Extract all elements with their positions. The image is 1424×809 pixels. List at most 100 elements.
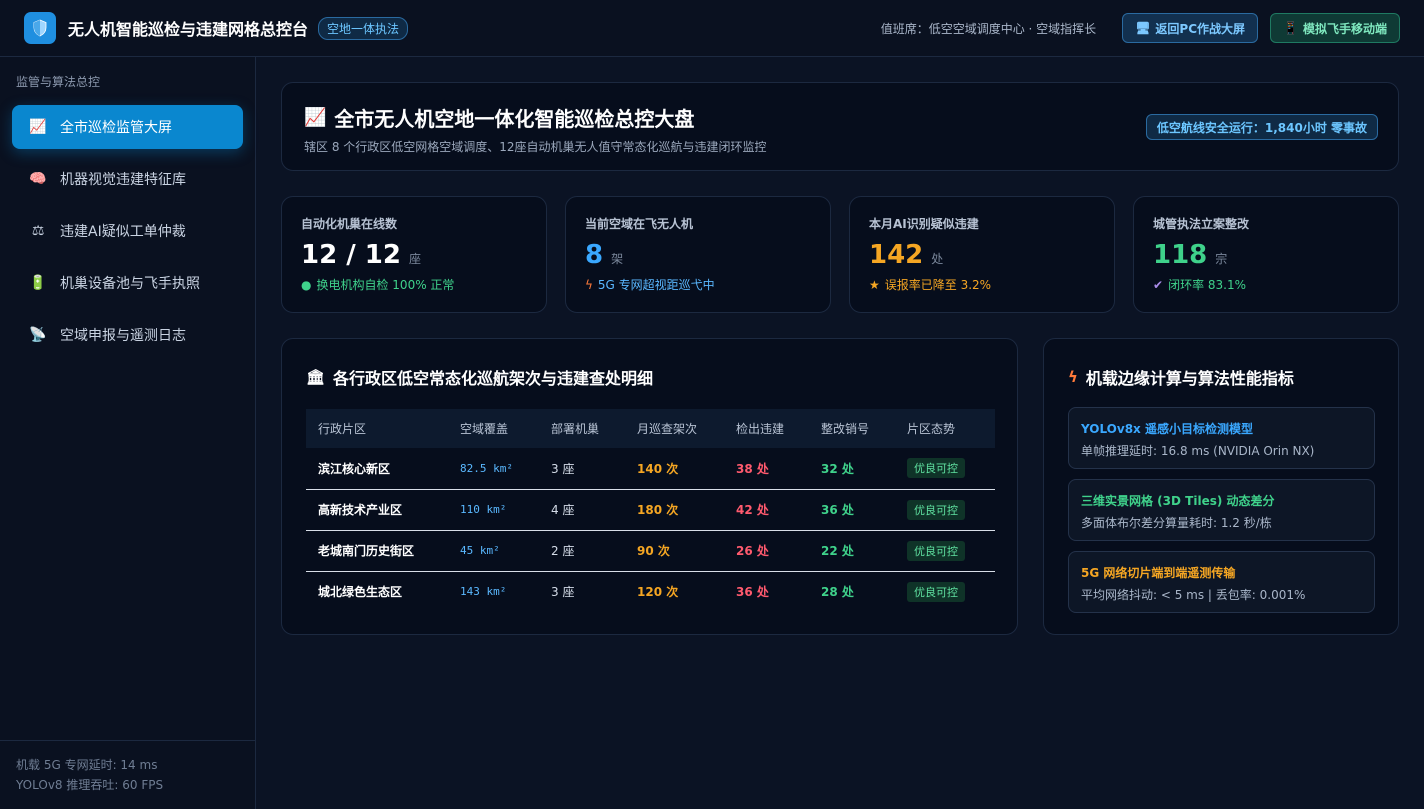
sidebar-item-label: 机巢设备池与飞手执照 (60, 276, 200, 292)
mode-badge: 空地一体执法 (318, 16, 409, 40)
shield-icon (33, 19, 47, 37)
status-badge: 优良可控 (907, 458, 965, 479)
cell-area: 110 km² (448, 489, 539, 531)
kpi-value: 12 / 12 (301, 240, 401, 270)
cell-district: 滨江核心新区 (306, 448, 448, 490)
kpi-value: 8 (585, 240, 604, 270)
sidebar-item-label: 机器视觉违建特征库 (60, 172, 186, 188)
satellite-icon: 📡 (29, 327, 47, 343)
sidebar-item-vision-library[interactable]: 🧠 机器视觉违建特征库 (12, 157, 243, 201)
app-logo (24, 12, 56, 44)
status-badge: 优良可控 (907, 499, 965, 520)
kpi-foot-text: 5G 专网超视距巡弋中 (597, 278, 715, 292)
kpi-unit: 架 (611, 252, 624, 266)
table-row[interactable]: 老城南门历史街区 45 km² 2 座 90 次 26 处 22 处 优良可控 (306, 530, 995, 572)
star-icon: ★ (869, 277, 880, 292)
district-table-title-text: 各行政区低空常态化巡航架次与违建查处明细 (333, 369, 654, 388)
metric-name: YOLOv8x 遥感小目标检测模型 (1081, 422, 1253, 436)
kpi-card-drones: 当前空域在飞无人机 8 架 ϟ 5G 专网超视距巡弋中 (565, 196, 831, 313)
cell-area: 82.5 km² (448, 448, 539, 490)
cell-rectified: 32 处 (809, 448, 895, 490)
table-row[interactable]: 高新技术产业区 110 km² 4 座 180 次 42 处 36 处 优良可控 (306, 489, 995, 531)
cell-district: 老城南门历史街区 (306, 530, 448, 572)
performance-title-text: 机载边缘计算与算法性能指标 (1085, 369, 1294, 388)
back-to-pc-button[interactable]: 🖥 返回PC作战大屏 (1122, 13, 1259, 43)
metric-desc: 单帧推理延时: 16.8 ms (NVIDIA Orin NX) (1081, 444, 1315, 458)
metric-name: 三维实景网格 (3D Tiles) 动态差分 (1081, 494, 1275, 508)
status-badge: 优良可控 (907, 581, 965, 602)
page-title-text: 全市无人机空地一体化智能巡检总控大盘 (334, 107, 695, 131)
sidebar-item-ai-arbitration[interactable]: ⚖ 违建AI疑似工单仲裁 (12, 209, 243, 253)
kpi-label: 自动化机巢在线数 (301, 217, 398, 231)
cell-area: 45 km² (448, 530, 539, 572)
back-to-pc-label: 返回PC作战大屏 (1155, 21, 1246, 36)
district-table-card: 🏛 各行政区低空常态化巡航架次与违建查处明细 行政片区 空域覆盖 部署机巢 月巡… (281, 338, 1018, 635)
kpi-label: 当前空域在飞无人机 (585, 217, 694, 231)
cell-nests: 3 座 (539, 448, 625, 490)
cell-rectified: 36 处 (809, 489, 895, 531)
sidebar: 监管与算法总控 📈 全市巡检监管大屏 🧠 机器视觉违建特征库 ⚖ 违建AI疑似工… (0, 57, 256, 809)
check-icon: ✔ (1153, 277, 1164, 292)
simulate-mobile-button[interactable]: 📱 模拟飞手移动端 (1270, 13, 1400, 43)
cell-rectified: 28 处 (821, 585, 854, 600)
kpi-card-nests: 自动化机巢在线数 12 / 12 座 ● 换电机构自检 100% 正常 (281, 196, 547, 313)
sidebar-item-label: 全市巡检监管大屏 (60, 120, 172, 136)
sidebar-section-title: 监管与算法总控 (16, 75, 101, 89)
duty-info: 值班席：低空空域调度中心 · 空域指挥长 (880, 21, 1097, 36)
scale-icon: ⚖ (31, 223, 45, 239)
kpi-unit: 座 (408, 252, 421, 266)
cell-rectified: 22 处 (809, 530, 895, 572)
safety-badge: 低空航线安全运行：1,840小时 零事故 (1145, 114, 1378, 140)
metric-desc: 平均网络抖动: < 5 ms | 丢包率: 0.001% (1081, 588, 1306, 602)
cell-district: 高新技术产业区 (306, 489, 448, 531)
kpi-foot-text: 闭环率 83.1% (1168, 278, 1246, 292)
cell-patrols: 180 次 (625, 489, 724, 531)
app-title: 无人机智能巡检与违建网格总控台 (68, 20, 309, 39)
district-table-title: 🏛 各行政区低空常态化巡航架次与违建查处明细 (306, 365, 993, 389)
kpi-label: 本月AI识别疑似违建 (869, 217, 979, 231)
kpi-value: 118 (1153, 240, 1208, 270)
bolt-icon: ϟ (1068, 368, 1078, 386)
chart-icon: 📈 (304, 107, 327, 128)
sidebar-item-label: 违建AI疑似工单仲裁 (60, 224, 186, 240)
hero-panel: 📈 全市无人机空地一体化智能巡检总控大盘 辖区 8 个行政区低空网格空域调度、1… (281, 82, 1399, 171)
sidebar-item-dashboard[interactable]: 📈 全市巡检监管大屏 (12, 105, 243, 149)
phone-icon: 📱 (1283, 21, 1298, 35)
main-content: 📈 全市无人机空地一体化智能巡检总控大盘 辖区 8 个行政区低空网格空域调度、1… (256, 57, 1424, 809)
column-header: 整改销号 (809, 409, 895, 448)
cell-patrols: 90 次 (625, 530, 724, 572)
cell-detected: 38 处 (724, 448, 809, 490)
cell-nests: 3 座 (551, 585, 575, 600)
status-badge: 优良可控 (907, 540, 965, 561)
sidebar-item-device-pool[interactable]: 🔋 机巢设备池与飞手执照 (12, 261, 243, 305)
simulate-mobile-label: 模拟飞手移动端 (1302, 21, 1387, 36)
top-header: 无人机智能巡检与违建网格总控台 空地一体执法 值班席：低空空域调度中心 · 空域… (0, 0, 1424, 57)
kpi-foot-text: 误报率已降至 3.2% (884, 278, 992, 292)
district-table: 行政片区 空域覆盖 部署机巢 月巡查架次 检出违建 整改销号 片区态势 滨江核心… (306, 409, 995, 612)
cell-detected: 42 处 (724, 489, 809, 531)
table-row[interactable]: 城北绿色生态区 143 km² 3 座 120 次 36 处 28 处 优良可控 (306, 571, 995, 612)
column-header: 行政片区 (306, 409, 448, 448)
column-header: 部署机巢 (539, 409, 625, 448)
cell-detected: 36 处 (736, 585, 769, 600)
cell-area: 143 km² (460, 585, 507, 599)
bolt-icon: ϟ (585, 277, 593, 292)
metric-desc: 多面体布尔差分算量耗时: 1.2 秒/栋 (1081, 516, 1272, 530)
metric-item-yolo: YOLOv8x 遥感小目标检测模型 单帧推理延时: 16.8 ms (NVIDI… (1068, 407, 1375, 469)
performance-title: ϟ 机载边缘计算与算法性能指标 (1068, 365, 1374, 389)
metric-name: 5G 网络切片端到端遥测传输 (1081, 566, 1236, 580)
table-row[interactable]: 滨江核心新区 82.5 km² 3 座 140 次 38 处 32 处 优良可控 (306, 448, 995, 490)
cell-detected: 26 处 (724, 530, 809, 572)
sidebar-item-airspace-log[interactable]: 📡 空域申报与遥测日志 (12, 313, 243, 357)
battery-icon: 🔋 (29, 275, 47, 291)
fps-text: YOLOv8 推理吞吐: 60 FPS (16, 778, 164, 792)
performance-card: ϟ 机载边缘计算与算法性能指标 YOLOv8x 遥感小目标检测模型 单帧推理延时… (1043, 338, 1399, 635)
metric-item-5g: 5G 网络切片端到端遥测传输 平均网络抖动: < 5 ms | 丢包率: 0.0… (1068, 551, 1375, 613)
monitor-icon: 🖥 (1135, 21, 1151, 35)
kpi-foot-text: 换电机构自检 100% 正常 (316, 278, 455, 292)
cell-district: 城北绿色生态区 (318, 585, 403, 600)
column-header: 月巡查架次 (625, 409, 724, 448)
latency-text: 机载 5G 专网延时: 14 ms (16, 758, 158, 772)
cell-patrols: 120 次 (637, 585, 679, 600)
column-header: 空域覆盖 (448, 409, 539, 448)
